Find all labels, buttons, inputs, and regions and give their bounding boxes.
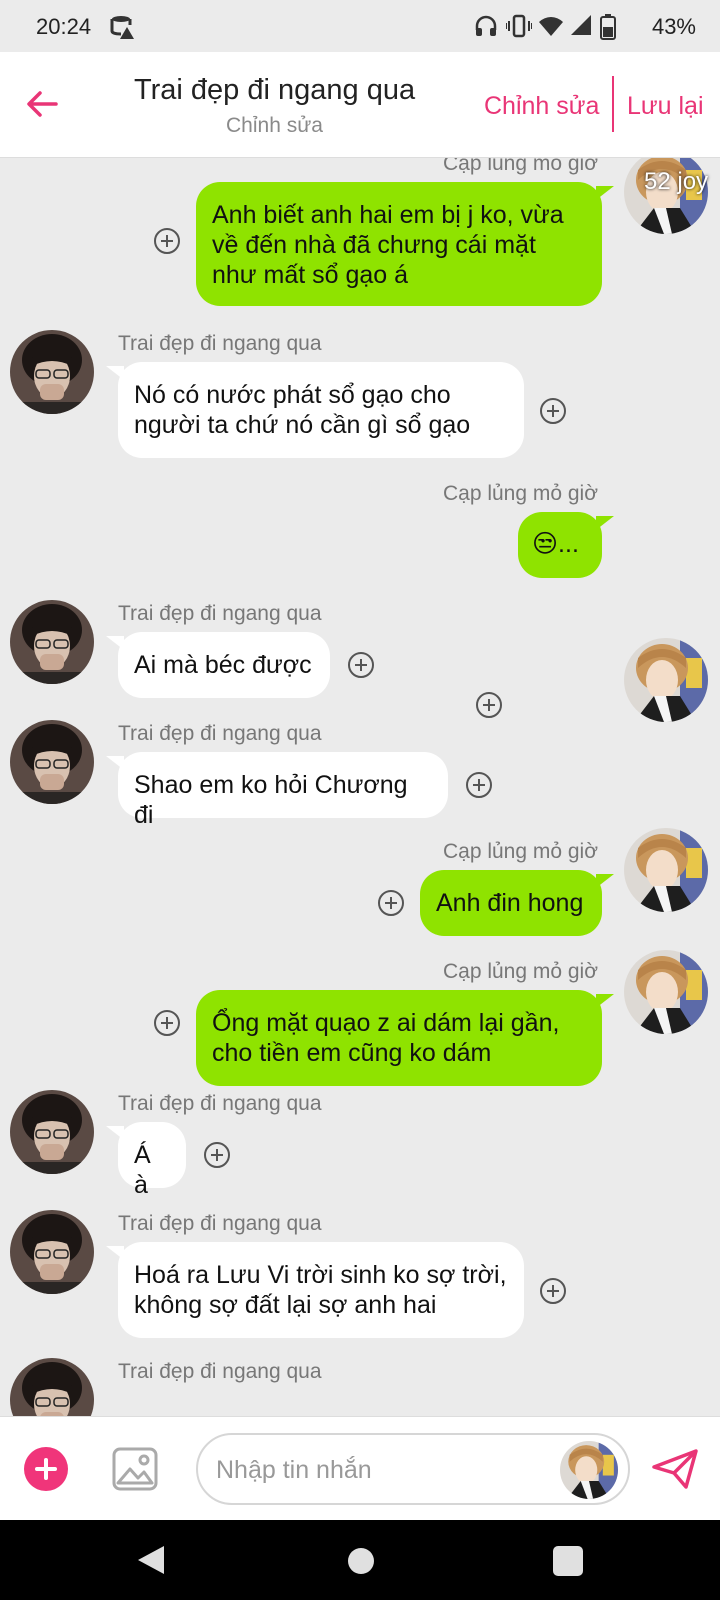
avatar[interactable] [10, 1210, 94, 1294]
message-item: Cạp lủng mỏ giờ Anh biết anh hai em bị j… [0, 158, 720, 308]
message-input-container[interactable] [196, 1433, 630, 1505]
message-bubble[interactable]: Anh đin hong [420, 870, 614, 936]
chat-messages[interactable]: Cạp lủng mỏ giờ Anh biết anh hai em bị j… [0, 158, 720, 1416]
sender-name: Cạp lủng mỏ giờ [442, 482, 598, 505]
chat-title: Trai đẹp đi ngang qua [134, 74, 416, 106]
message-item: Cạp lủng mỏ giờ Ổng mặt quạo z ai dám lạ… [0, 950, 720, 1090]
status-bar: 20:24 43% [0, 0, 720, 52]
message-bubble[interactable]: 😒... [518, 512, 614, 578]
system-nav-bar [0, 1520, 720, 1600]
message-item: Trai đẹp đi ngang qua Ai mà béc được [0, 600, 720, 710]
avatar[interactable] [10, 720, 94, 804]
status-time: 20:24 [36, 14, 92, 39]
message-item: Trai đẹp đi ngang qua Nó có nước phát sổ… [0, 330, 720, 470]
message-bubble[interactable]: Ai mà béc được [106, 632, 330, 698]
avatar[interactable] [624, 828, 708, 912]
message-item: Cạp lủng mỏ giờ 😒... [0, 482, 720, 722]
react-plus-icon[interactable] [154, 1010, 180, 1036]
react-plus-icon[interactable] [540, 1278, 566, 1304]
wifi-icon [539, 17, 563, 36]
sender-name: Trai đẹp đi ngang qua [118, 332, 322, 355]
message-input-bar [0, 1416, 720, 1520]
message-input[interactable] [216, 1455, 546, 1485]
message-bubble[interactable]: Anh biết anh hai em bị j ko, vừa về đến … [196, 182, 614, 306]
header-divider [612, 76, 614, 132]
react-plus-icon[interactable] [540, 398, 566, 424]
avatar[interactable] [10, 1358, 94, 1416]
message-bubble[interactable]: Á à [106, 1122, 186, 1199]
message-item: Trai đẹp đi ngang qua Hoá ra Lưu Vi trời… [0, 1210, 720, 1350]
sender-name: Cạp lủng mỏ giờ [442, 840, 598, 863]
chat-subtitle: Chỉnh sửa [226, 114, 323, 137]
react-plus-icon[interactable] [378, 890, 404, 916]
avatar[interactable] [560, 1441, 618, 1499]
chat-header: Trai đẹp đi ngang qua Chỉnh sửa Chỉnh sử… [0, 52, 720, 158]
save-button[interactable]: Lưu lại [627, 92, 704, 121]
avatar[interactable] [624, 950, 708, 1034]
message-item: Trai đẹp đi ngang qua [0, 1358, 720, 1416]
sender-name: Trai đẹp đi ngang qua [118, 1212, 322, 1235]
react-plus-icon[interactable] [154, 228, 180, 254]
edit-button[interactable]: Chỉnh sửa [484, 92, 599, 121]
vibrate-icon [506, 14, 532, 38]
overlay-text: 52 joy [644, 168, 709, 195]
message-bubble[interactable]: Nó có nước phát sổ gạo cho người ta chứ … [106, 362, 524, 458]
message-bubble[interactable]: Ổng mặt quạo z ai dám lại gần, cho tiền … [196, 990, 614, 1086]
react-plus-icon[interactable] [348, 652, 374, 678]
sender-name: Trai đẹp đi ngang qua [118, 1360, 322, 1383]
message-bubble[interactable]: Shao em ko hỏi Chương đi [106, 752, 448, 829]
signal-icon [571, 15, 591, 35]
message-item: Trai đẹp đi ngang qua Á à [0, 1090, 720, 1200]
sender-name: Trai đẹp đi ngang qua [118, 722, 322, 745]
send-icon[interactable] [652, 1447, 698, 1491]
message-item: Trai đẹp đi ngang qua Shao em ko hỏi Chư… [0, 720, 720, 830]
message-bubble[interactable]: Hoá ra Lưu Vi trời sinh ko sợ trời, khôn… [106, 1242, 524, 1338]
image-icon[interactable] [112, 1447, 158, 1491]
sender-name: Trai đẹp đi ngang qua [118, 602, 322, 625]
nav-back-icon[interactable] [136, 1544, 166, 1576]
sender-name: Cạp lủng mỏ giờ [442, 158, 598, 175]
add-plus-icon[interactable] [24, 1447, 68, 1491]
avatar[interactable] [10, 330, 94, 414]
react-plus-icon[interactable] [204, 1142, 230, 1168]
react-plus-icon[interactable] [466, 772, 492, 798]
battery-percent: 43% [651, 14, 696, 39]
sender-name: Trai đẹp đi ngang qua [118, 1092, 322, 1115]
battery-icon [600, 14, 616, 40]
sim-alert-icon [110, 16, 134, 39]
headphones-icon [475, 15, 497, 36]
sender-name: Cạp lủng mỏ giờ [442, 960, 598, 983]
back-arrow-icon[interactable] [22, 84, 62, 124]
nav-recents-icon[interactable] [553, 1546, 583, 1576]
message-item: Cạp lủng mỏ giờ Anh đin hong [0, 828, 720, 950]
nav-home-icon[interactable] [348, 1548, 374, 1574]
avatar[interactable] [10, 600, 94, 684]
avatar[interactable] [10, 1090, 94, 1174]
